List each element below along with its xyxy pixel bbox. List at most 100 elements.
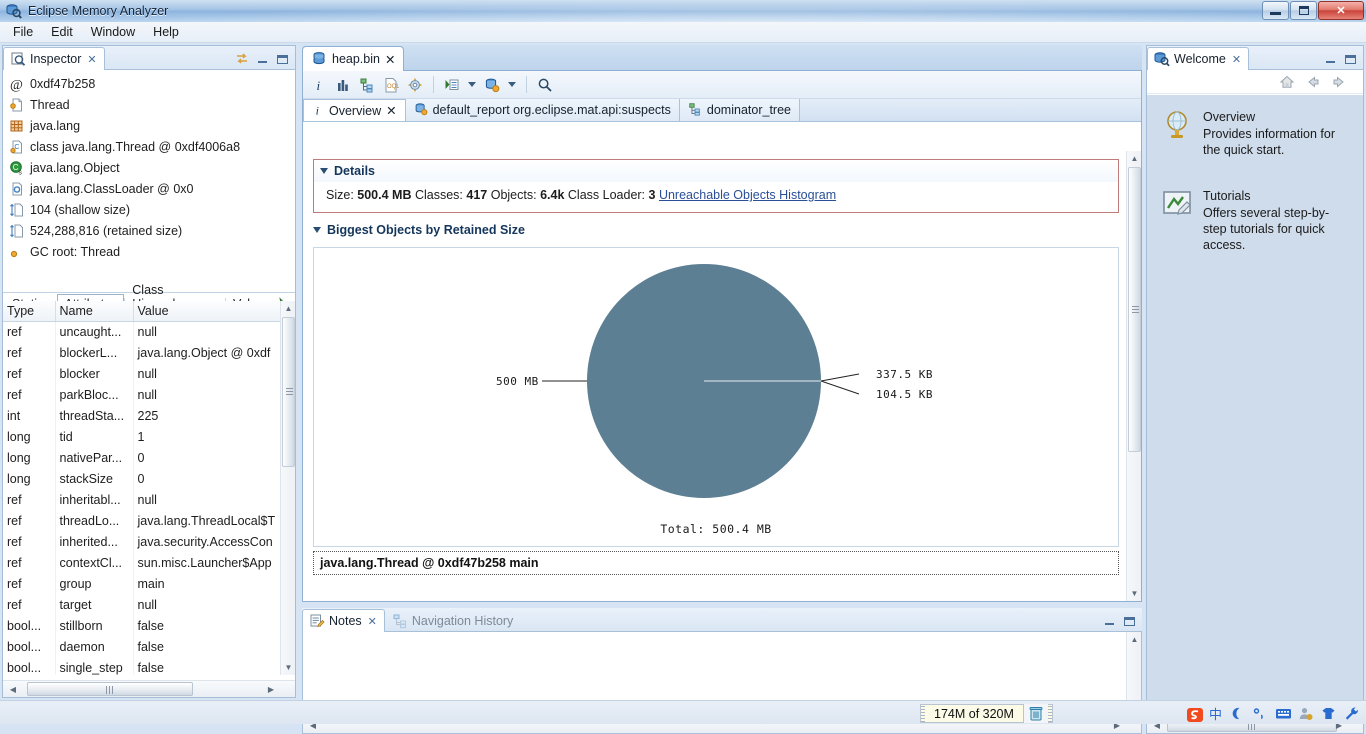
table-row[interactable]: long stackSize 0 [3, 468, 282, 489]
run-expert-system-icon[interactable] [444, 77, 460, 93]
table-row[interactable]: ref blocker null [3, 363, 282, 384]
forward-arrow-icon[interactable] [1331, 74, 1347, 90]
inspector-entry-class-name[interactable]: Thread [5, 94, 295, 115]
maximize-icon[interactable] [275, 52, 289, 66]
table-row[interactable]: ref blockerL... java.lang.Object @ 0xdf [3, 342, 282, 363]
welcome-item-tutorials[interactable]: Tutorials Offers several step-by-step tu… [1147, 158, 1363, 253]
chevron-down-icon[interactable] [313, 227, 321, 233]
degree-comma-icon[interactable] [1252, 706, 1268, 722]
retained-size-pie-chart[interactable]: 500 MB 337.5 KB 104.5 KB Total: 500.4 MB [313, 247, 1119, 547]
table-row[interactable]: ref threadLo... java.lang.ThreadLocal$T [3, 510, 282, 531]
overview-vertical-scrollbar[interactable]: ▲ ▼ [1126, 151, 1141, 601]
close-icon[interactable]: ✕ [368, 615, 377, 628]
welcome-item-overview[interactable]: Overview Provides information for the qu… [1147, 95, 1363, 158]
table-row[interactable]: bool... stillborn false [3, 615, 282, 636]
table-row[interactable]: bool... daemon false [3, 636, 282, 657]
scroll-up-icon[interactable]: ▲ [1127, 151, 1142, 166]
chevron-down-icon[interactable] [320, 168, 328, 174]
inspector-entry-package[interactable]: java.lang [5, 115, 295, 136]
column-value[interactable]: Value [133, 301, 282, 322]
inspector-entry-class[interactable]: C class java.lang.Thread @ 0xdf4006a8 [5, 136, 295, 157]
table-row[interactable]: ref inherited... java.security.AccessCon [3, 531, 282, 552]
table-row[interactable]: ref target null [3, 594, 282, 615]
close-icon[interactable]: ✕ [1232, 53, 1241, 66]
menu-window[interactable]: Window [82, 23, 144, 41]
restore-button[interactable] [1290, 1, 1317, 20]
scrollbar-thumb[interactable] [1128, 167, 1141, 452]
user-icon[interactable] [1298, 706, 1314, 722]
page-tab-overview[interactable]: i Overview ✕ [303, 99, 406, 121]
close-icon[interactable]: ✕ [87, 53, 96, 66]
scroll-down-icon[interactable]: ▼ [1127, 586, 1142, 601]
maximize-icon[interactable] [1343, 52, 1357, 66]
inspector-entry-classloader[interactable]: java.lang.ClassLoader @ 0x0 [5, 178, 295, 199]
unreachable-objects-histogram-link[interactable]: Unreachable Objects Histogram [659, 188, 836, 202]
gear-icon[interactable] [407, 77, 423, 93]
query-browser-icon[interactable] [484, 77, 500, 93]
scroll-left-icon[interactable]: ◀ [5, 681, 21, 697]
scrollbar-thumb[interactable] [282, 317, 295, 467]
ime-mode-chinese[interactable]: 中 [1209, 704, 1222, 723]
table-row[interactable]: ref contextCl... sun.misc.Launcher$App [3, 552, 282, 573]
table-row[interactable]: long tid 1 [3, 426, 282, 447]
page-tab-dominator-tree[interactable]: dominator_tree [679, 99, 800, 121]
scroll-up-icon[interactable]: ▲ [281, 301, 295, 316]
tab-navigation-history[interactable]: Navigation History [385, 609, 521, 632]
inspector-entry-superclass[interactable]: C s java.lang.Object [5, 157, 295, 178]
skin-icon[interactable] [1321, 706, 1337, 722]
inspector-entry-gc-root[interactable]: GC root: Thread [5, 241, 295, 262]
heap-status-indicator[interactable]: 174M of 320M [920, 704, 1053, 723]
tab-notes[interactable]: Notes ✕ [302, 609, 385, 632]
table-row[interactable]: bool... single_step false [3, 657, 282, 675]
trash-icon[interactable] [1023, 704, 1048, 723]
table-row[interactable]: int threadSta... 225 [3, 405, 282, 426]
table-row[interactable]: ref group main [3, 573, 282, 594]
moon-icon[interactable] [1229, 706, 1245, 722]
inspector-entry-shallow-size[interactable]: 104 (shallow size) [5, 199, 295, 220]
scroll-up-icon[interactable]: ▲ [1127, 632, 1142, 647]
overview-info-icon[interactable]: i [311, 77, 327, 93]
chevron-down-icon[interactable] [508, 82, 516, 87]
attributes-horizontal-scrollbar[interactable]: ◀ ▶ [3, 680, 295, 697]
table-row[interactable]: ref uncaught... null [3, 321, 282, 342]
search-icon[interactable] [537, 77, 553, 93]
inspector-entry-address[interactable]: @ 0xdf47b258 [5, 73, 295, 94]
details-section-header[interactable]: Details [314, 160, 1118, 182]
back-arrow-icon[interactable] [1305, 74, 1321, 90]
minimize-icon[interactable] [255, 52, 269, 66]
tab-heap-bin[interactable]: heap.bin ✕ [302, 46, 405, 71]
hscrollbar-thumb[interactable] [27, 682, 193, 696]
sogou-ime-logo[interactable] [1186, 706, 1203, 722]
minimize-icon[interactable] [1323, 52, 1337, 66]
table-row[interactable]: long nativePar... 0 [3, 447, 282, 468]
column-name[interactable]: Name [55, 301, 134, 322]
page-tab-default-report[interactable]: default_report org.eclipse.mat.api:suspe… [405, 99, 680, 121]
inspector-entry-retained-size[interactable]: 524,288,816 (retained size) [5, 220, 295, 241]
close-button[interactable]: ✕ [1318, 1, 1364, 20]
menu-help[interactable]: Help [144, 23, 188, 41]
minimize-icon[interactable] [1102, 614, 1116, 628]
drag-handle[interactable] [1047, 705, 1052, 722]
menu-file[interactable]: File [4, 23, 42, 41]
link-with-editor-icon[interactable] [235, 52, 249, 66]
menu-edit[interactable]: Edit [42, 23, 82, 41]
home-icon[interactable] [1279, 74, 1295, 90]
dominator-tree-icon[interactable] [359, 77, 375, 93]
biggest-objects-header[interactable]: Biggest Objects by Retained Size [313, 219, 1119, 241]
minimize-button[interactable] [1262, 1, 1289, 20]
attributes-vertical-scrollbar[interactable]: ▲ ▼ [280, 301, 295, 675]
tab-inspector[interactable]: Inspector ✕ [3, 47, 105, 70]
tab-welcome[interactable]: Welcome ✕ [1147, 47, 1250, 70]
histogram-icon[interactable] [335, 77, 351, 93]
oql-icon[interactable]: OQL [383, 77, 400, 93]
maximize-icon[interactable] [1122, 614, 1136, 628]
scroll-right-icon[interactable]: ▶ [263, 681, 279, 697]
close-icon[interactable]: ✕ [385, 52, 395, 67]
scroll-down-icon[interactable]: ▼ [281, 660, 295, 675]
close-icon[interactable]: ✕ [386, 103, 396, 118]
keyboard-icon[interactable] [1275, 706, 1291, 722]
table-row[interactable]: ref inheritabl... null [3, 489, 282, 510]
table-row[interactable]: ref parkBloc... null [3, 384, 282, 405]
column-type[interactable]: Type [3, 301, 56, 322]
chevron-down-icon[interactable] [468, 82, 476, 87]
